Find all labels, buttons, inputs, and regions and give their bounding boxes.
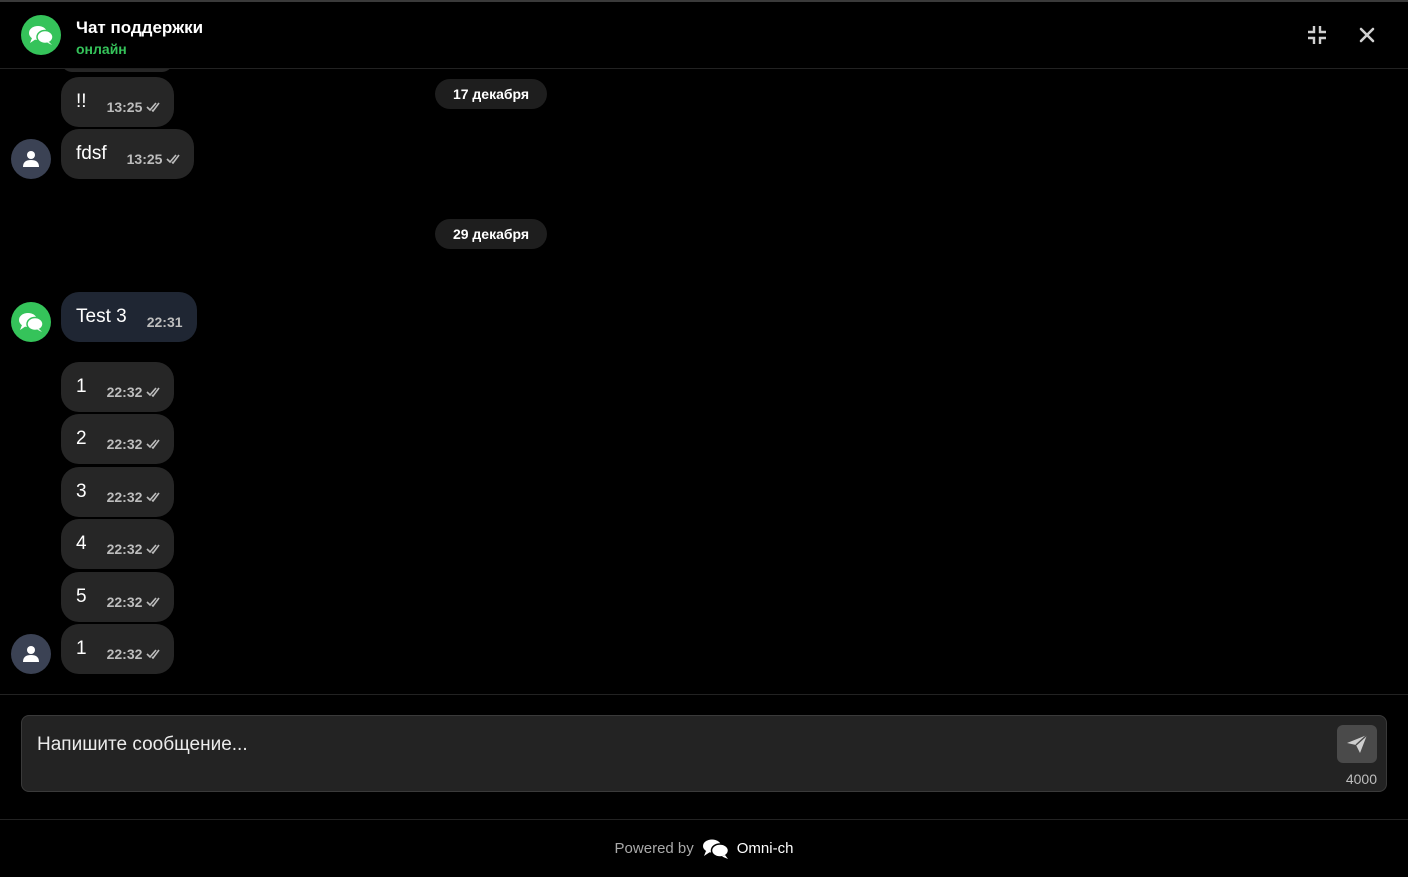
user-icon — [23, 151, 39, 167]
minimize-icon — [1308, 26, 1326, 44]
message-bubble[interactable]: 1 22:32 — [61, 624, 175, 674]
message-meta: 22:31 — [147, 314, 183, 330]
message-time: 22:31 — [146, 313, 183, 330]
message-meta: 22:32 — [107, 541, 161, 557]
date-separator: 29 декабря — [435, 219, 547, 249]
message-bubble[interactable]: 5 22:32 — [61, 572, 175, 622]
message-meta: 22:32 — [107, 384, 161, 400]
message-bubble[interactable]: 1 22:32 — [61, 362, 175, 412]
minimize-button[interactable] — [1304, 22, 1330, 48]
send-button[interactable] — [1337, 725, 1377, 763]
double-check-icon — [146, 438, 161, 449]
chat-bubbles-icon — [29, 26, 54, 45]
message-text: 2 — [76, 428, 87, 449]
user-avatar — [11, 139, 51, 179]
online-status: онлайн — [76, 41, 127, 57]
double-check-icon — [146, 596, 161, 607]
footer: Powered by Omni-ch — [0, 820, 1408, 877]
message-text: 1 — [76, 376, 87, 397]
message-time: 22:32 — [106, 488, 143, 505]
powered-by-label: Powered by — [614, 840, 694, 857]
double-check-icon — [146, 101, 161, 112]
chat-header: Чат поддержки онлайн — [0, 2, 1408, 69]
double-check-icon — [146, 491, 161, 502]
support-avatar — [11, 302, 51, 342]
composer-area: 4000 — [0, 694, 1408, 820]
message-list[interactable]: 17 декабря !! 13:25 fdsf 13:25 29 декабр… — [0, 69, 1408, 694]
message-meta: 22:32 — [107, 489, 161, 505]
user-icon — [23, 646, 39, 662]
message-text: !! — [76, 91, 87, 112]
message-time: 13:25 — [126, 150, 163, 167]
message-time: 22:32 — [106, 435, 143, 452]
double-check-icon — [146, 648, 161, 659]
message-meta: 13:25 — [107, 99, 161, 115]
message-bubble[interactable]: 4 22:32 — [61, 519, 175, 569]
message-time: 22:32 — [106, 540, 143, 557]
omni-chat-icon — [702, 838, 730, 860]
composer-box: 4000 — [21, 715, 1387, 792]
message-bubble[interactable]: fdsf 13:25 — [61, 129, 195, 179]
user-avatar — [11, 634, 51, 674]
double-check-icon — [146, 386, 161, 397]
message-input[interactable] — [37, 734, 1327, 764]
message-meta: 13:25 — [127, 151, 181, 167]
message-text: 5 — [76, 586, 87, 607]
chat-title: Чат поддержки — [76, 18, 204, 37]
chat-bubbles-icon — [19, 313, 44, 332]
message-text: 3 — [76, 481, 87, 502]
double-check-icon — [166, 153, 181, 164]
message-meta: 22:32 — [107, 646, 161, 662]
message-text: 4 — [76, 533, 87, 554]
send-icon — [1347, 734, 1368, 753]
message-time: 22:32 — [106, 645, 143, 662]
close-button[interactable] — [1354, 22, 1380, 48]
message-time: 13:25 — [106, 98, 143, 115]
date-separator: 17 декабря — [435, 79, 547, 109]
message-meta: 22:32 — [107, 594, 161, 610]
message-text: 1 — [76, 638, 87, 659]
message-bubble[interactable]: 3 22:32 — [61, 467, 175, 517]
message-bubble[interactable]: !! 13:25 — [61, 77, 175, 127]
message-text: Test 3 — [76, 306, 127, 327]
message-bubble[interactable]: 2 22:32 — [61, 414, 175, 464]
message-meta: 22:32 — [107, 436, 161, 452]
close-icon — [1359, 27, 1375, 43]
message-text: fdsf — [76, 143, 107, 164]
char-counter: 4000 — [1345, 771, 1377, 787]
omni-brand-link[interactable]: Omni-ch — [737, 840, 794, 857]
message-bubble-partial — [61, 69, 173, 72]
double-check-icon — [146, 543, 161, 554]
support-message-bubble[interactable]: Test 3 22:31 — [61, 292, 197, 342]
support-logo — [21, 15, 61, 55]
message-time: 22:32 — [106, 593, 143, 610]
message-time: 22:32 — [106, 383, 143, 400]
